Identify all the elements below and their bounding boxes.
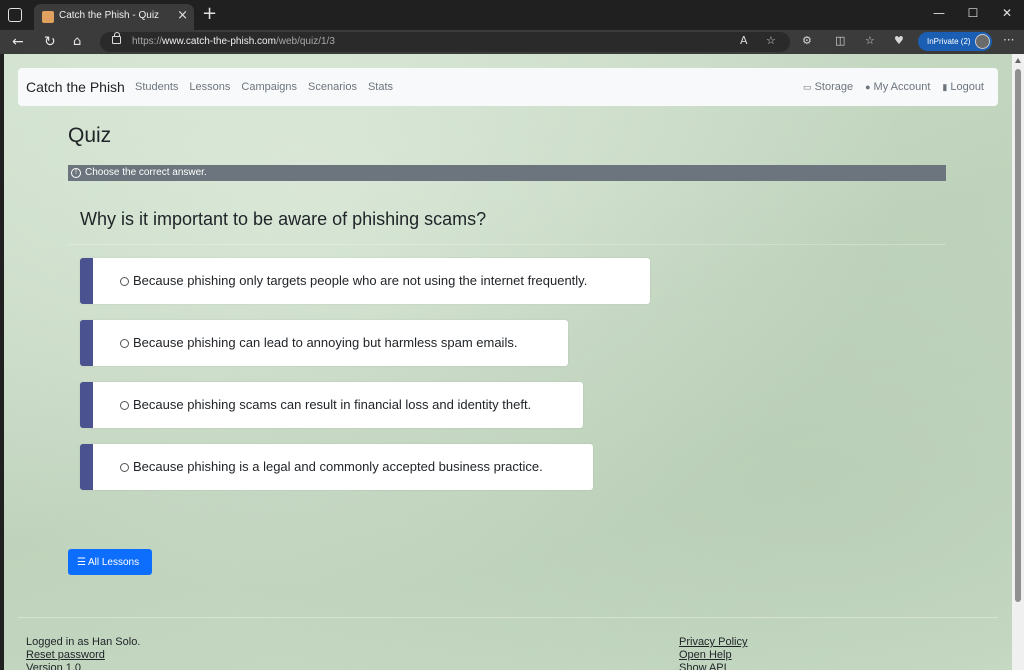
favorites-icon[interactable]: ☆ xyxy=(865,34,875,47)
question-text: Why is it important to be aware of phish… xyxy=(80,209,487,229)
nav-link-campaigns[interactable]: Campaigns xyxy=(241,81,297,93)
new-tab-icon[interactable]: + xyxy=(202,5,217,23)
open-help-link[interactable]: Open Help xyxy=(679,649,732,661)
instruction-alert: ! Choose the correct answer. xyxy=(68,165,946,181)
site-navbar: Catch the Phish Students Lessons Campaig… xyxy=(18,68,998,106)
logged-in-text: Logged in as Han Solo. xyxy=(26,636,141,648)
scroll-thumb[interactable] xyxy=(1015,69,1021,602)
nav-links: Students Lessons Campaigns Scenarios Sta… xyxy=(135,81,393,93)
radio-icon[interactable] xyxy=(120,463,129,472)
scroll-up-icon[interactable] xyxy=(1015,58,1021,63)
all-lessons-button[interactable]: ☰ All Lessons xyxy=(68,549,152,575)
info-icon: ! xyxy=(71,168,81,178)
radio-icon[interactable] xyxy=(120,401,129,410)
radio-icon[interactable] xyxy=(120,339,129,348)
door-icon: ▮ xyxy=(942,82,948,92)
all-lessons-label: All Lessons xyxy=(87,557,140,568)
answer-option-4[interactable]: Because phishing is a legal and commonly… xyxy=(80,444,593,490)
list-icon: ☰ xyxy=(77,557,86,568)
answer-label: Because phishing only targets people who… xyxy=(133,273,588,288)
browser-tab-bar: Catch the Phish - Quiz × + — ☐ ✕ xyxy=(0,0,1024,30)
more-menu-icon[interactable]: ··· xyxy=(1003,33,1014,47)
window-controls: — ☐ ✕ xyxy=(922,0,1024,26)
close-tab-icon[interactable]: × xyxy=(177,8,188,23)
user-icon: ● xyxy=(865,82,871,92)
reset-password-link[interactable]: Reset password xyxy=(26,649,105,661)
nav-link-scenarios[interactable]: Scenarios xyxy=(308,81,357,93)
footer-left: Logged in as Han Solo. Reset password Ve… xyxy=(26,636,140,670)
show-api-link[interactable]: Show API xyxy=(679,662,727,670)
version-text: Version 1.0 xyxy=(26,662,82,670)
footer-divider xyxy=(18,617,998,618)
answer-label: Because phishing is a legal and commonly… xyxy=(133,459,543,474)
url-bar[interactable]: https://www.catch-the-phish.com/web/quiz… xyxy=(100,32,790,52)
profile-avatar xyxy=(975,34,990,49)
answer-option-3[interactable]: Because phishing scams can result in fin… xyxy=(80,382,583,428)
footer-right: Privacy Policy Open Help Show API xyxy=(679,636,747,670)
refresh-icon[interactable]: ↻ xyxy=(44,33,56,51)
nav-link-stats[interactable]: Stats xyxy=(368,81,393,93)
answer-label: Because phishing can lead to annoying bu… xyxy=(133,335,518,350)
tab-title: Catch the Phish - Quiz xyxy=(59,10,160,21)
answer-option-2[interactable]: Because phishing can lead to annoying bu… xyxy=(80,320,568,366)
address-toolbar: ← ↻ ⌂ https://www.catch-the-phish.com/we… xyxy=(0,30,1024,54)
page-viewport: Catch the Phish Students Lessons Campaig… xyxy=(4,54,1012,670)
lock-icon xyxy=(112,32,121,44)
minimize-icon[interactable]: — xyxy=(922,0,956,26)
nav-storage[interactable]: ▭ Storage xyxy=(803,81,853,93)
vertical-scrollbar[interactable] xyxy=(1012,54,1024,670)
extensions-icon[interactable]: ⚙ xyxy=(802,34,812,47)
instruction-text: Choose the correct answer. xyxy=(85,167,207,178)
question-divider xyxy=(68,244,946,245)
close-window-icon[interactable]: ✕ xyxy=(990,0,1024,26)
inprivate-label: InPrivate (2) xyxy=(927,37,971,46)
favicon-icon xyxy=(42,11,54,23)
storage-icon: ▭ xyxy=(803,82,812,92)
url-text: https://www.catch-the-phish.com/web/quiz… xyxy=(132,36,335,47)
inprivate-badge[interactable]: InPrivate (2) xyxy=(918,32,992,51)
answer-label: Because phishing scams can result in fin… xyxy=(133,397,532,412)
favorite-star-icon[interactable]: ☆ xyxy=(766,34,776,47)
home-icon[interactable]: ⌂ xyxy=(73,33,81,51)
tab-actions-icon[interactable] xyxy=(8,8,22,22)
read-aloud-icon[interactable]: A xyxy=(740,34,748,47)
nav-link-students[interactable]: Students xyxy=(135,81,178,93)
privacy-policy-link[interactable]: Privacy Policy xyxy=(679,636,747,648)
back-icon[interactable]: ← xyxy=(12,33,24,51)
browser-tab[interactable]: Catch the Phish - Quiz × xyxy=(34,4,194,30)
browser-essentials-icon[interactable]: ♥ xyxy=(894,34,904,47)
page-title: Quiz xyxy=(68,124,112,147)
nav-logout[interactable]: ▮ Logout xyxy=(942,81,984,93)
radio-icon[interactable] xyxy=(120,277,129,286)
split-screen-icon[interactable]: ◫ xyxy=(835,34,845,47)
nav-link-lessons[interactable]: Lessons xyxy=(189,81,230,93)
nav-my-account[interactable]: ● My Account xyxy=(865,81,930,93)
answer-option-1[interactable]: Because phishing only targets people who… xyxy=(80,258,650,304)
maximize-icon[interactable]: ☐ xyxy=(956,0,990,26)
site-brand[interactable]: Catch the Phish xyxy=(26,79,125,95)
nav-right: ▭ Storage ● My Account ▮ Logout xyxy=(803,81,984,93)
